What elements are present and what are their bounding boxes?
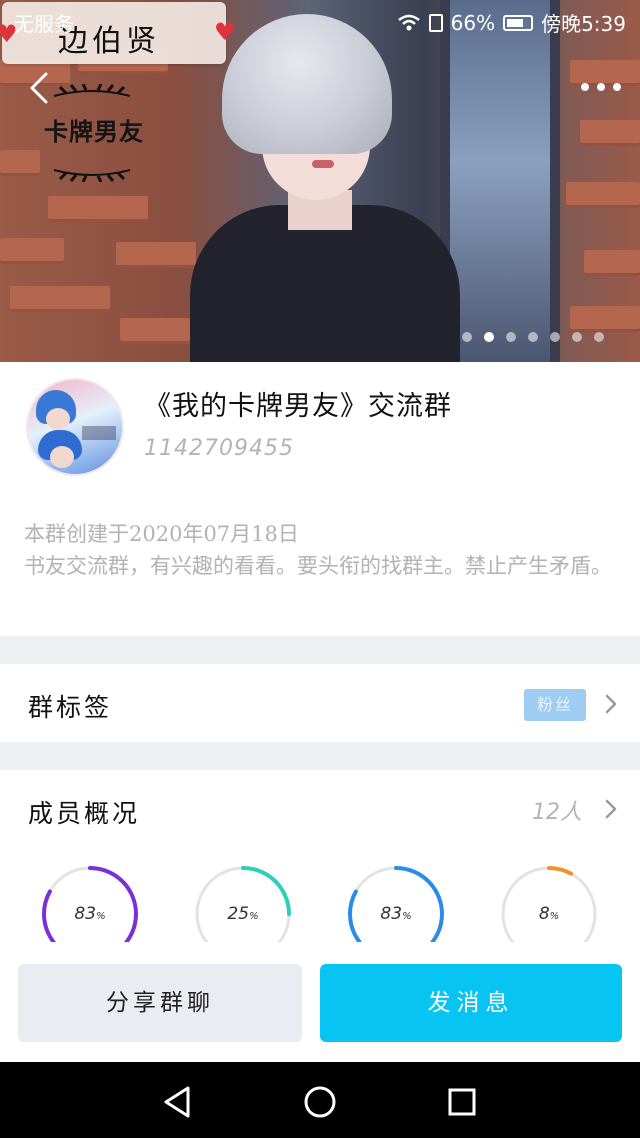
carousel-indicator	[462, 332, 604, 342]
description-text: 书友交流群，有兴趣的看看。要头衔的找群主。禁止产生矛盾。	[24, 554, 612, 578]
group-id: 1142709455	[144, 436, 294, 461]
avatar-caption	[82, 426, 116, 440]
brick	[120, 318, 190, 344]
send-message-button[interactable]: 发消息	[320, 964, 622, 1042]
avatar-figure	[50, 446, 74, 468]
brick	[116, 242, 196, 268]
circle-home-icon[interactable]	[300, 1082, 340, 1122]
figure-lips	[312, 160, 334, 168]
group-avatar[interactable]	[28, 380, 122, 474]
carousel-dot	[484, 332, 494, 342]
brick	[584, 250, 640, 276]
tag-chip: 粉丝	[524, 689, 586, 721]
triangle-back-icon[interactable]	[158, 1082, 198, 1122]
square-recent-icon[interactable]	[442, 1082, 482, 1122]
carousel-dot	[528, 332, 538, 342]
carrier-text: 无服务	[14, 12, 74, 36]
brick	[48, 196, 148, 222]
avatar-figure	[46, 408, 70, 430]
sim-icon	[428, 13, 443, 32]
brick	[0, 150, 40, 176]
brick	[570, 306, 640, 332]
ring-value: 83%	[380, 904, 412, 924]
battery-icon	[503, 14, 534, 31]
brick	[0, 238, 64, 264]
chevron-right-icon	[605, 694, 617, 714]
group-name: 《我的卡牌男友》交流群	[144, 391, 452, 422]
group-profile-screen: ♥ 边伯贤 ♥ 卡牌男友 无服务 66% 傍晚5:39 《我的卡牌男友》交流群 …	[0, 0, 640, 1138]
group-description: 本群创建于2020年07月18日 书友交流群，有兴趣的看看。要头衔的找群主。禁止…	[24, 518, 616, 582]
tags-label: 群标签	[28, 693, 113, 722]
back-button[interactable]	[22, 68, 62, 108]
wifi-icon	[397, 14, 420, 30]
member-count: 12人	[532, 800, 582, 825]
carousel-dot	[572, 332, 582, 342]
status-bar: 无服务 66% 傍晚5:39	[0, 0, 640, 44]
system-navigation-bar	[0, 1062, 640, 1138]
share-group-button[interactable]: 分享群聊	[18, 964, 302, 1042]
carousel-dot	[550, 332, 560, 342]
ring-value: 83%	[74, 904, 106, 924]
clock-text: 傍晚5:39	[541, 12, 626, 36]
carousel-dot	[594, 332, 604, 342]
laurel-top-icon	[53, 84, 131, 97]
ring-value: 8%	[538, 904, 560, 924]
members-label: 成员概况	[28, 799, 141, 828]
ring-value: 25%	[227, 904, 259, 924]
laurel-bottom-icon	[53, 169, 131, 182]
status-right: 66% 傍晚5:39	[397, 8, 626, 37]
brick	[566, 182, 640, 208]
brick	[580, 120, 640, 146]
brick	[10, 286, 110, 312]
hero-banner[interactable]: ♥ 边伯贤 ♥ 卡牌男友	[0, 0, 640, 362]
description-created: 本群创建于2020年07月18日	[24, 522, 299, 546]
carousel-dot	[462, 332, 472, 342]
carousel-dot	[506, 332, 516, 342]
chevron-right-icon	[605, 799, 617, 819]
battery-percent: 66%	[450, 10, 496, 35]
hero-tag-text: 卡牌男友	[44, 118, 144, 146]
more-options-button[interactable]	[576, 72, 626, 102]
